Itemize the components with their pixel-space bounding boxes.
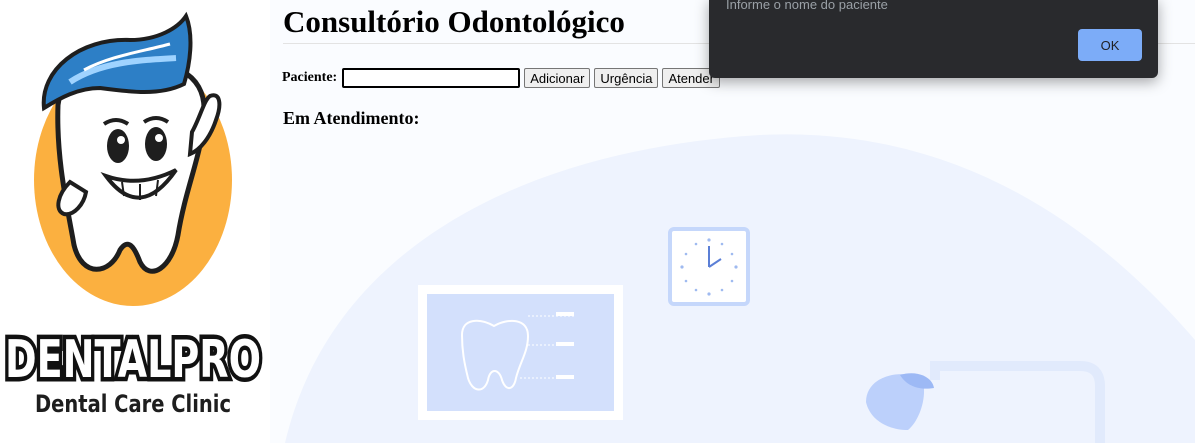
logo-brand-name: DENTALPRO	[5, 330, 261, 390]
clock-icon	[668, 227, 750, 306]
ok-button[interactable]: OK	[1078, 29, 1142, 61]
alert-message: Informe o nome do paciente	[726, 0, 888, 12]
tooth-xray-poster	[418, 285, 623, 420]
logo-tagline: Dental Care Clinic	[35, 390, 231, 418]
patient-label: Paciente:	[282, 70, 338, 85]
patient-form: Paciente: Adicionar Urgência Atender	[282, 67, 720, 89]
patient-name-input[interactable]	[342, 68, 521, 88]
dentalpro-logo: DENTALPRO Dental Care Clinic	[1, 11, 266, 418]
urgent-button[interactable]: Urgência	[594, 68, 659, 88]
alert-dialog: Informe o nome do paciente OK	[709, 0, 1158, 78]
in-service-heading: Em Atendimento:	[283, 108, 420, 128]
add-button[interactable]: Adicionar	[524, 68, 591, 88]
page-title: Consultório Odontológico	[283, 4, 625, 39]
